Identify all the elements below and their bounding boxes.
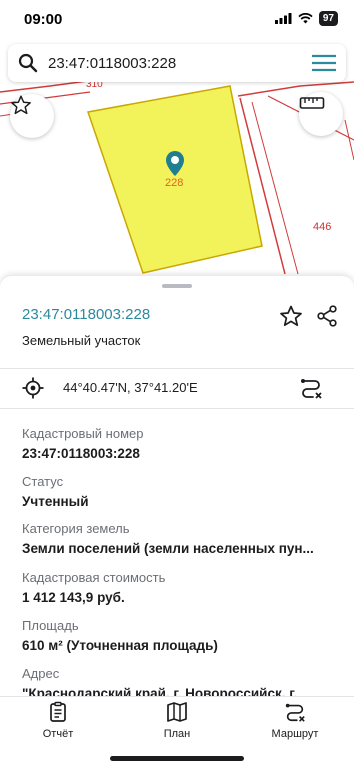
hamburger-menu-icon[interactable] — [302, 44, 346, 82]
wifi-icon — [298, 13, 313, 24]
status-time: 09:00 — [24, 11, 63, 28]
star-icon — [280, 305, 302, 327]
field-value: 1 412 143,9 руб. — [22, 590, 125, 605]
field-label: Статус — [22, 474, 64, 489]
info-sheet[interactable]: 23:47:0118003:228 Земельный участок 44°4… — [0, 276, 354, 696]
field-value: "Краснодарский край, г. Новороссийск, г. — [22, 686, 298, 696]
field-value: Земли поселений (земли населенных пун... — [22, 541, 314, 556]
share-button[interactable] — [315, 304, 339, 328]
tab-plan[interactable]: План — [127, 697, 227, 749]
route-icon — [285, 703, 305, 722]
field-label: Категория земель — [22, 521, 130, 536]
field-label: Площадь — [22, 618, 79, 633]
field-area: Площадь 610 м² (Уточненная площадь) — [22, 618, 332, 655]
route-button[interactable] — [299, 376, 323, 400]
parcel-number-label: 228 — [165, 177, 184, 189]
home-indicator[interactable] — [110, 756, 244, 761]
tab-report[interactable]: Отчёт — [8, 697, 108, 749]
field-label: Адрес — [22, 666, 60, 681]
search-icon[interactable] — [8, 44, 48, 82]
tab-label: План — [163, 728, 191, 740]
search-bar[interactable]: 23:47:0118003:228 — [8, 44, 346, 82]
route-icon — [301, 379, 322, 399]
map-plan-icon — [167, 702, 187, 722]
ruler-icon — [299, 97, 325, 109]
field-land-category: Категория земель Земли поселений (земли … — [22, 521, 332, 558]
field-cadastral-value: Кадастровая стоимость 1 412 143,9 руб. — [22, 570, 332, 607]
measure-button[interactable] — [299, 92, 343, 136]
field-label: Кадастровый номер — [22, 426, 144, 441]
card-subtitle: Земельный участок — [22, 333, 141, 348]
coordinates-row[interactable]: 44°40.47'N, 37°41.20'E — [0, 368, 354, 408]
share-icon — [317, 305, 337, 327]
cellular-signal-icon — [274, 13, 292, 24]
field-value: 610 м² (Уточненная площадь) — [22, 638, 218, 653]
favorite-button[interactable] — [279, 304, 303, 328]
tab-label: Маршрут — [271, 728, 319, 740]
field-value: Учтенный — [22, 494, 89, 509]
favorite-map-button[interactable] — [10, 94, 54, 138]
field-address: Адрес "Краснодарский край, г. Новороссий… — [22, 666, 332, 696]
status-icons: 97 — [274, 11, 338, 26]
tab-label: Отчёт — [42, 728, 74, 740]
star-icon — [11, 95, 31, 115]
divider — [0, 408, 354, 409]
battery-indicator: 97 — [318, 11, 338, 26]
status-bar: 09:00 97 — [0, 0, 354, 40]
report-icon — [50, 701, 66, 722]
card-title: 23:47:0118003:228 — [22, 306, 151, 323]
neighbor-parcel-label: 446 — [313, 221, 332, 233]
field-cadastral-number: Кадастровый номер 23:47:0118003:228 — [22, 426, 332, 463]
target-location-icon — [22, 377, 44, 399]
field-value: 23:47:0118003:228 — [22, 446, 140, 461]
sheet-drag-handle[interactable] — [162, 284, 192, 288]
coordinates-text[interactable]: 44°40.47'N, 37°41.20'E — [63, 380, 198, 395]
search-input[interactable]: 23:47:0118003:228 — [48, 55, 302, 72]
tab-route[interactable]: Маршрут — [245, 697, 345, 749]
field-status: Статус Учтенный — [22, 474, 332, 511]
field-label: Кадастровая стоимость — [22, 570, 166, 585]
